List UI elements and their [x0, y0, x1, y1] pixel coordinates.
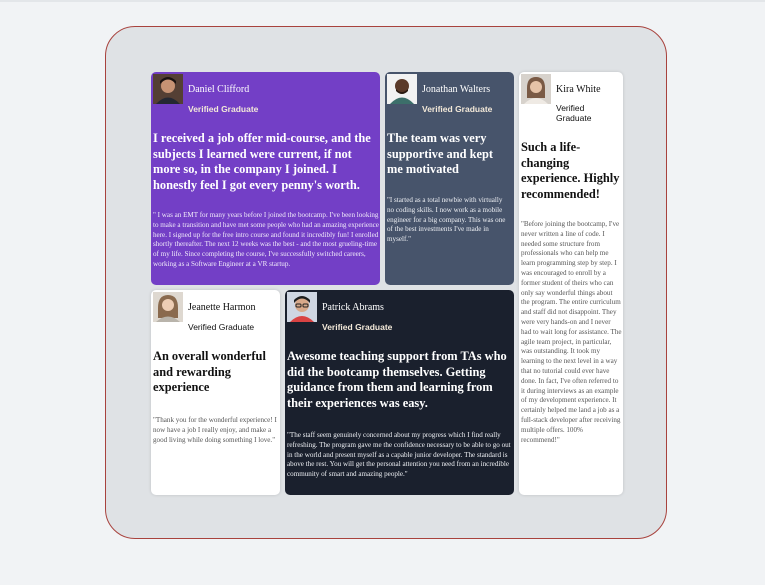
verified-badge: Verified Graduate — [188, 322, 255, 332]
testimonial-quote: "Before joining the bootcamp, I've never… — [521, 220, 622, 444]
testimonial-headline: The team was very supportive and kept me… — [387, 131, 494, 176]
verified-badge: Verified Graduate — [322, 322, 393, 332]
avatar — [153, 74, 183, 104]
testimonial-headline: Awesome teaching support from TAs who di… — [287, 349, 507, 410]
testimonial-card-jonathan: Jonathan Walters Verified Graduate The t… — [385, 72, 514, 285]
testimonial-headline: I received a job offer mid-course, and t… — [153, 131, 371, 192]
testimonial-card-jeanette: Jeanette Harmon Verified Graduate An ove… — [151, 290, 280, 495]
reviewer-name: Patrick Abrams — [322, 302, 384, 313]
reviewer-name: Jonathan Walters — [422, 84, 491, 95]
verified-badge: Verified Graduate — [556, 103, 592, 123]
top-divider — [0, 0, 765, 2]
testimonial-quote: " I was an EMT for many years before I j… — [153, 211, 379, 268]
verified-badge: Verified Graduate — [188, 104, 259, 114]
reviewer-name: Jeanette Harmon — [188, 302, 256, 313]
testimonial-card-daniel: Daniel Clifford Verified Graduate I rece… — [151, 72, 380, 285]
testimonial-card-patrick: Patrick Abrams Verified Graduate Awesome… — [285, 290, 514, 495]
avatar — [153, 292, 183, 322]
testimonial-quote: "I started as a total newbie with virtua… — [387, 196, 506, 244]
testimonial-quote: "Thank you for the wonderful experience!… — [153, 416, 277, 444]
reviewer-name: Kira White — [556, 84, 601, 95]
testimonial-quote: "The staff seem genuinely concerned abou… — [287, 431, 511, 479]
verified-badge: Verified Graduate — [422, 104, 493, 114]
testimonial-headline: Such a life-changing experience. Highly … — [521, 140, 620, 201]
avatar — [387, 74, 417, 104]
testimonial-headline: An overall wonderful and rewarding exper… — [153, 349, 266, 394]
avatar — [521, 74, 551, 104]
avatar — [287, 292, 317, 322]
testimonial-card-kira: Kira White Verified Graduate Such a life… — [519, 72, 623, 495]
reviewer-name: Daniel Clifford — [188, 84, 250, 95]
